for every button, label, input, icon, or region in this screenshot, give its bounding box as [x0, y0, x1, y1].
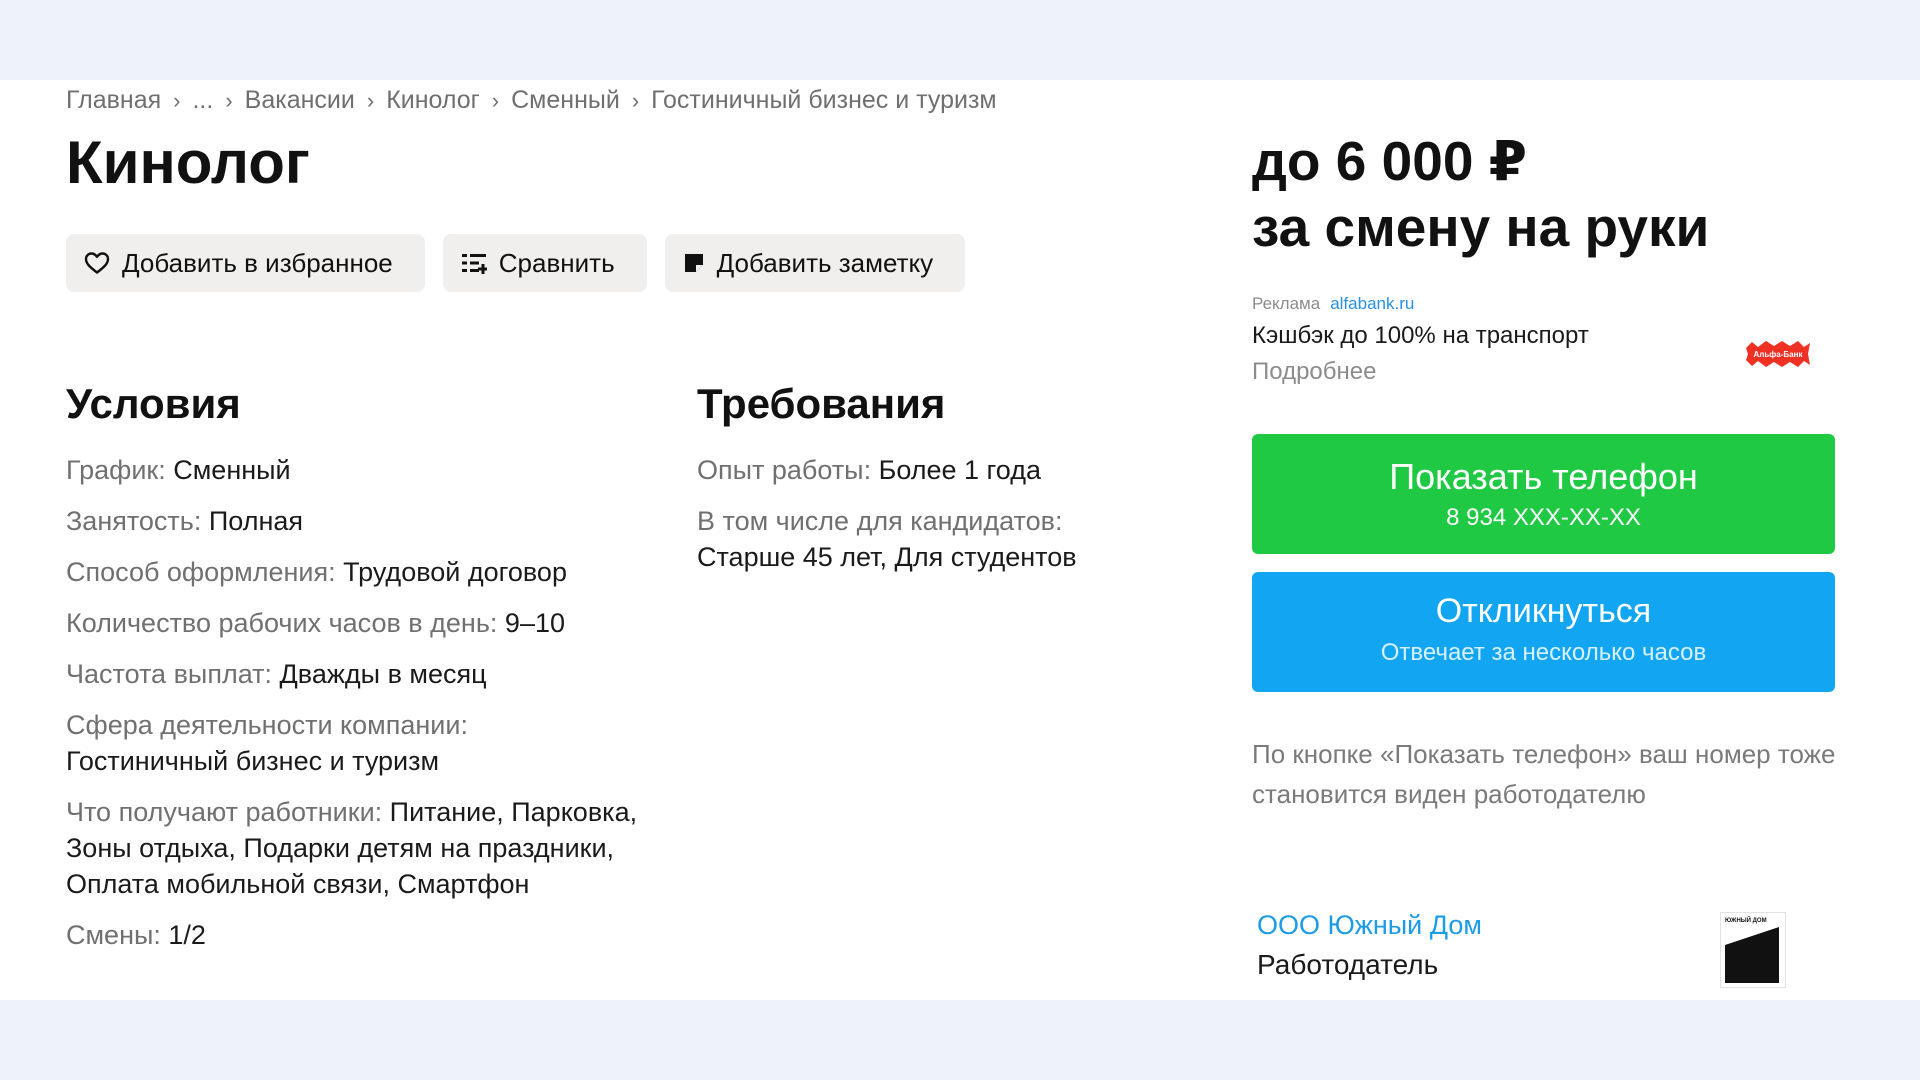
- employer-role: Работодатель: [1257, 949, 1439, 980]
- requirements-section: Требования Опыт работы: Более 1 года В т…: [697, 380, 1177, 590]
- show-phone-button[interactable]: Показать телефон 8 934 XXX-XX-XX: [1252, 434, 1835, 554]
- add-note-button[interactable]: Добавить заметку: [664, 234, 966, 292]
- condition-pay-frequency: Частота выплат: Дважды в месяц: [66, 659, 487, 689]
- phone-number-masked: 8 934 XXX-XX-XX: [1446, 504, 1641, 531]
- condition-benefits: Что получают работники: Питание, Парковк…: [66, 797, 638, 899]
- add-note-label: Добавить заметку: [716, 247, 934, 278]
- ad-label: Реклама: [1252, 294, 1321, 313]
- condition-employment: Занятость: Полная: [66, 506, 304, 536]
- chevron-right-icon: ›: [491, 87, 500, 113]
- breadcrumb-item-industry[interactable]: Гостиничный бизнес и туризм: [651, 86, 996, 115]
- add-favorite-button[interactable]: Добавить в избранное: [66, 234, 425, 292]
- breadcrumb: Главная › ... › Вакансии › Кинолог › Сме…: [66, 86, 997, 115]
- respond-time-note: Отвечает за несколько часов: [1380, 639, 1707, 666]
- heart-icon: [84, 251, 110, 275]
- requirement-candidates: В том числе для кандидатов: Старше 45 ле…: [697, 506, 1077, 572]
- ad-link[interactable]: alfabank.ru: [1330, 294, 1414, 313]
- note-icon: [683, 252, 705, 274]
- chevron-right-icon: ›: [366, 87, 375, 113]
- salary-period: за смену на руки: [1252, 196, 1710, 258]
- svg-text:ЮЖНЫЙ ДОМ: ЮЖНЫЙ ДОМ: [1725, 916, 1767, 924]
- chevron-right-icon: ›: [173, 87, 181, 113]
- employer-logo[interactable]: ЮЖНЫЙ ДОМ: [1720, 912, 1786, 988]
- respond-button[interactable]: Откликнуться Отвечает за несколько часов: [1252, 572, 1835, 692]
- breadcrumb-item-schedule[interactable]: Сменный: [511, 86, 620, 115]
- alfabank-logo: Альфа-Банк: [1744, 340, 1812, 368]
- employer-name-link[interactable]: ООО Южный Дом: [1257, 910, 1482, 941]
- employer-block: ООО Южный Дом Работодатель: [1257, 910, 1482, 981]
- compare-label: Сравнить: [498, 247, 615, 278]
- condition-schedule: График: Сменный: [66, 455, 291, 485]
- condition-shifts: Смены: 1/2: [66, 920, 206, 950]
- requirement-experience: Опыт работы: Более 1 года: [697, 455, 1041, 485]
- chevron-right-icon: ›: [631, 87, 640, 113]
- salary: до 6 000 ₽ за смену на руки: [1252, 128, 1709, 260]
- svg-text:Альфа-Банк: Альфа-Банк: [1754, 350, 1804, 359]
- conditions-section: Условия График: Сменный Занятость: Полна…: [66, 380, 656, 968]
- condition-industry: Сфера деятельности компании: Гостиничный…: [66, 710, 468, 776]
- show-phone-label: Показать телефон: [1389, 456, 1698, 497]
- breadcrumb-item-vacancies[interactable]: Вакансии: [245, 86, 355, 115]
- breadcrumb-item-home[interactable]: Главная: [66, 86, 161, 115]
- salary-amount: до 6 000 ₽: [1252, 130, 1527, 192]
- condition-hours: Количество рабочих часов в день: 9–10: [66, 608, 565, 638]
- ad-header: Реклама alfabank.ru: [1252, 294, 1842, 314]
- ad-block[interactable]: Реклама alfabank.ru Кэшбэк до 100% на тра…: [1252, 294, 1842, 386]
- compare-button[interactable]: Сравнить: [442, 234, 647, 292]
- vacancy-page: Главная › ... › Вакансии › Кинолог › Сме…: [0, 80, 1920, 1000]
- phone-visibility-hint: По кнопке «Показать телефон» ваш номер т…: [1252, 739, 1836, 809]
- page-title: Кинолог: [66, 129, 310, 196]
- respond-label: Откликнуться: [1435, 592, 1652, 630]
- add-favorite-label: Добавить в избранное: [122, 247, 393, 278]
- compare-icon: [461, 251, 487, 275]
- breadcrumb-item-profession[interactable]: Кинолог: [386, 86, 480, 115]
- breadcrumb-item-ellipsis[interactable]: ...: [192, 86, 213, 115]
- conditions-heading: Условия: [66, 380, 241, 427]
- requirements-heading: Требования: [697, 380, 946, 427]
- condition-contract: Способ оформления: Трудовой договор: [66, 557, 567, 587]
- action-toolbar: Добавить в избранное Сравнить Добавить з…: [66, 234, 966, 292]
- chevron-right-icon: ›: [225, 87, 233, 113]
